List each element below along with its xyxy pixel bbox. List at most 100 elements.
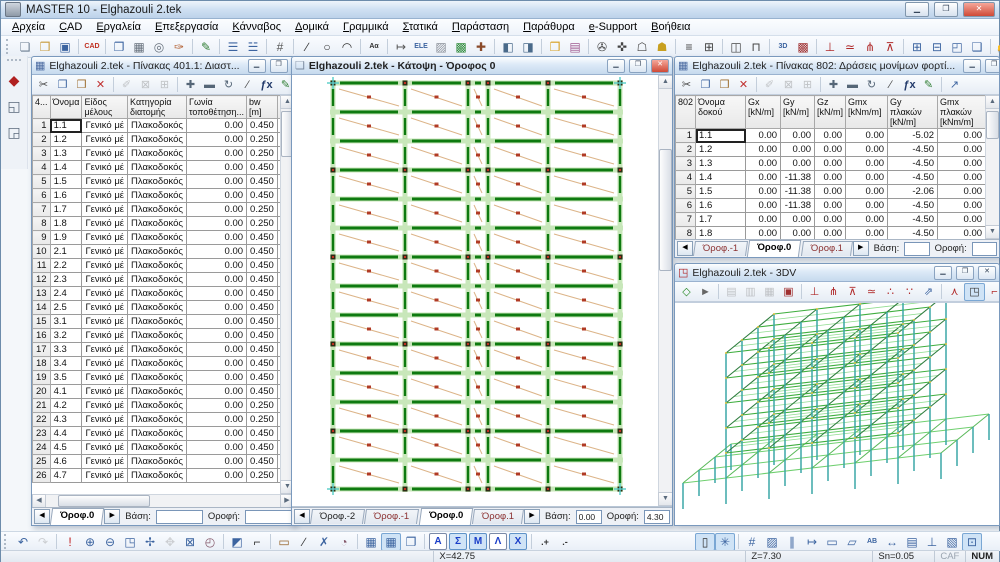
cell[interactable]: 0.00 [746, 143, 781, 157]
storey-tab-Όροφ.-1[interactable]: Όροφ.-1 [693, 241, 748, 256]
cell[interactable]: Γενικό μέ [82, 357, 128, 371]
polygon-select-icon[interactable]: ◇ [677, 284, 696, 300]
copy-icon[interactable]: ❐ [53, 77, 72, 93]
window-table-icon[interactable]: ⊞ [907, 38, 927, 56]
plan-restore-button[interactable]: ❐ [629, 59, 647, 73]
split-icon[interactable]: ⊞ [155, 77, 174, 93]
stamp-icon[interactable]: ✑ [169, 38, 189, 56]
menu-εργαλεία[interactable]: Εργαλεία [89, 21, 148, 33]
refresh-icon[interactable]: ↻ [862, 77, 881, 93]
cell[interactable]: 0.450 [247, 189, 278, 203]
cell[interactable]: Πλακοδοκός [128, 133, 187, 147]
cell[interactable]: Πλακοδοκός [128, 175, 187, 189]
cell[interactable]: 0.00 [187, 469, 247, 483]
cell[interactable]: 6 [676, 199, 696, 213]
cell[interactable]: 8 [676, 227, 696, 240]
cell[interactable]: 0.00 [187, 315, 247, 329]
toolbar-grip[interactable] [4, 534, 10, 549]
cell[interactable]: 13 [33, 287, 51, 301]
cell[interactable]: 1.6 [50, 189, 82, 203]
snap-midpoint-icon[interactable]: ↔ [882, 533, 902, 551]
axes-4-icon[interactable]: ≃ [862, 284, 881, 300]
cell[interactable]: -4.50 [888, 199, 938, 213]
cell[interactable]: 1.1 [696, 129, 746, 143]
cell[interactable]: 0.450 [247, 385, 278, 399]
edit-cell-icon[interactable]: ✎ [919, 77, 938, 93]
arrange-windows-2-icon[interactable]: ◲ [4, 123, 24, 141]
cell[interactable]: 0.00 [746, 157, 781, 171]
column-header[interactable]: Gz [kN/m] [815, 96, 846, 129]
cell[interactable]: Πλακοδοκός [128, 371, 187, 385]
axes-3-icon[interactable]: ⊼ [843, 284, 862, 300]
delete-row-icon[interactable]: ✕ [734, 77, 753, 93]
paste-icon[interactable]: ❒ [72, 77, 91, 93]
measure-pole-icon[interactable]: ► [696, 284, 715, 300]
undo-icon[interactable]: ↶ [13, 533, 33, 551]
cell[interactable]: 0.450 [247, 245, 278, 259]
draw-circle-icon[interactable]: ○ [317, 38, 337, 56]
base-field[interactable] [156, 510, 203, 524]
horizontal-scrollbar[interactable]: ◀ ▶ [32, 494, 294, 507]
ruler-icon[interactable]: ▭ [274, 533, 294, 551]
storey-tab-Όροφ.0[interactable]: Όροφ.0 [747, 240, 802, 257]
cell[interactable]: Γενικό μέ [82, 413, 128, 427]
cell[interactable]: 0.00 [187, 189, 247, 203]
axes-arrows-icon[interactable]: ⇗ [919, 284, 938, 300]
cell[interactable]: 3.5 [50, 371, 82, 385]
cell[interactable]: 0.00 [746, 227, 781, 240]
draw-segment-icon[interactable]: ∕ [294, 533, 314, 551]
cad-icon[interactable]: CAD [82, 38, 102, 56]
cell[interactable]: -5.02 [888, 129, 938, 143]
column-header[interactable]: Gy πλακών [kN/m] [888, 96, 938, 129]
dimension-icon[interactable]: ↦ [391, 38, 411, 56]
cell[interactable]: 1.3 [50, 147, 82, 161]
cell[interactable]: 9 [33, 231, 51, 245]
cell[interactable]: 0.00 [187, 329, 247, 343]
snap-screen-icon[interactable]: ▤ [902, 533, 922, 551]
cell[interactable]: 0.00 [938, 185, 986, 199]
protractor-icon[interactable]: ◔ [334, 533, 354, 551]
cell[interactable]: 0.00 [187, 357, 247, 371]
point-plus-icon[interactable]: .+ [535, 533, 555, 551]
window-new-view-icon[interactable]: ◰ [947, 38, 967, 56]
cell[interactable]: 0.250 [247, 469, 278, 483]
cell[interactable]: 0.00 [187, 175, 247, 189]
cell[interactable]: 0.00 [846, 129, 888, 143]
cell[interactable]: 2.2 [50, 259, 82, 273]
cell[interactable]: 0.450 [247, 455, 278, 469]
render-scene-icon[interactable]: ▩ [793, 38, 813, 56]
grid-toggle-icon[interactable]: ▦ [381, 533, 401, 551]
key-lock-icon[interactable]: ✇ [592, 38, 612, 56]
cell[interactable]: 1.7 [50, 203, 82, 217]
cell[interactable]: 0.00 [746, 185, 781, 199]
lamp-icon[interactable]: ☗ [652, 38, 672, 56]
cell[interactable]: 0.00 [815, 199, 846, 213]
cell[interactable]: 4.3 [50, 413, 82, 427]
column-header[interactable]: Όνομα [50, 96, 82, 119]
zoom-scale-icon[interactable]: ◴ [200, 533, 220, 551]
split-icon[interactable]: ⊞ [798, 77, 817, 93]
cell[interactable]: 0.00 [938, 213, 986, 227]
plan-close-button[interactable]: ✕ [651, 59, 669, 73]
loads-restore-button[interactable]: ❐ [985, 59, 999, 73]
cell[interactable]: Γενικό μέ [82, 133, 128, 147]
cell[interactable]: 0.250 [247, 413, 278, 427]
cell[interactable]: 0.450 [247, 259, 278, 273]
cell[interactable]: 1.1 [50, 119, 82, 133]
redo-icon[interactable]: ↷ [33, 533, 53, 551]
cell[interactable]: 0.00 [187, 119, 247, 133]
cell[interactable]: 4.1 [50, 385, 82, 399]
support-pinned-icon[interactable]: ⋔ [860, 38, 880, 56]
cell[interactable]: Γενικό μέ [82, 203, 128, 217]
folder-project-icon[interactable]: ❒ [545, 38, 565, 56]
red-book-icon[interactable]: ◆ [4, 71, 24, 89]
cell[interactable]: Γενικό μέ [82, 161, 128, 175]
storey-tab-Όροφ.0[interactable]: Όροφ.0 [50, 508, 105, 525]
cell[interactable]: Γενικό μέ [82, 441, 128, 455]
pick-icon[interactable]: ✐ [760, 77, 779, 93]
cell[interactable]: 0.00 [938, 199, 986, 213]
tab-scroll-right-button[interactable]: ▶ [524, 509, 540, 524]
cell[interactable]: 3 [33, 147, 51, 161]
scroll-thumb[interactable] [986, 111, 999, 139]
base-field[interactable] [904, 242, 929, 256]
